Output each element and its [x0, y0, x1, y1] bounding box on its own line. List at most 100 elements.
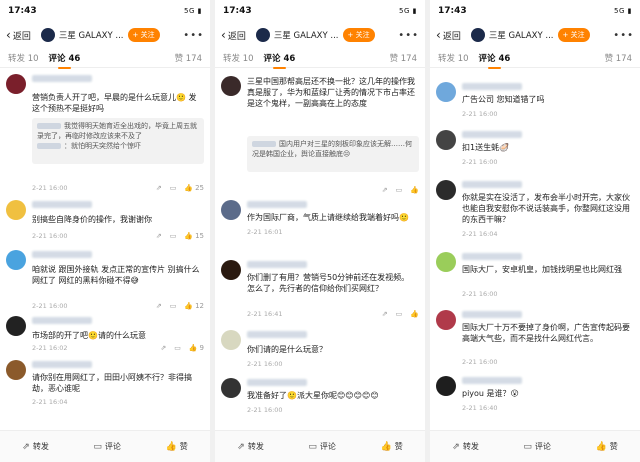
username[interactable]	[462, 311, 522, 318]
username[interactable]	[462, 181, 522, 188]
share-icon[interactable]: ⇗	[156, 232, 162, 240]
reply-icon[interactable]: ▭	[170, 232, 177, 240]
account-name[interactable]: 三星 GALAXY ...	[489, 29, 554, 41]
username[interactable]	[32, 251, 92, 258]
account-avatar[interactable]	[40, 28, 55, 42]
username[interactable]	[32, 201, 92, 208]
like-button[interactable]: 👍 12	[184, 302, 204, 310]
tab-repost[interactable]: 转发 10	[8, 52, 39, 64]
avatar[interactable]	[436, 252, 456, 272]
tab-like[interactable]: 赞 174	[175, 52, 202, 64]
username[interactable]	[462, 83, 522, 90]
like-label: 赞	[394, 442, 403, 451]
back-button[interactable]: ‹ 返回	[221, 29, 246, 42]
repost-button[interactable]: ⇗ 转发	[22, 441, 49, 452]
avatar[interactable]	[436, 180, 456, 200]
comment-time: 2-21 16:04	[462, 230, 498, 238]
tab-like[interactable]: 赞 174	[605, 52, 632, 64]
username[interactable]	[32, 361, 92, 368]
reply-icon[interactable]: ▭	[174, 344, 181, 352]
like-button[interactable]: 👍 15	[184, 232, 204, 240]
follow-button[interactable]: + 关注	[342, 28, 375, 42]
share-icon[interactable]: ⇗	[156, 184, 162, 192]
follow-button[interactable]: + 关注	[127, 28, 160, 42]
username[interactable]	[32, 317, 92, 324]
avatar[interactable]	[221, 330, 241, 350]
back-button[interactable]: ‹ 返回	[6, 29, 31, 42]
username[interactable]	[462, 253, 522, 260]
avatar[interactable]	[221, 200, 241, 220]
avatar[interactable]	[436, 310, 456, 330]
account-name[interactable]: 三星 GALAXY ...	[274, 29, 339, 41]
avatar[interactable]	[6, 74, 26, 94]
username[interactable]	[247, 261, 307, 268]
tab-comment[interactable]: 评论 46	[49, 52, 80, 69]
avatar[interactable]	[221, 260, 241, 280]
avatar[interactable]	[221, 378, 241, 398]
avatar[interactable]	[436, 130, 456, 150]
follow-button[interactable]: + 关注	[557, 28, 590, 42]
tab-like[interactable]: 赞 174	[390, 52, 417, 64]
share-icon[interactable]: ⇗	[156, 302, 162, 310]
comment-text: 三星中国那帮高层还不换一批？这几年的操作我真是服了，华为和蓝绿厂让秀的情况下市占…	[247, 77, 415, 108]
avatar[interactable]	[221, 76, 241, 96]
more-icon[interactable]: •••	[398, 30, 419, 41]
like-button[interactable]: 👍 赞	[380, 441, 402, 452]
account-avatar[interactable]	[470, 28, 485, 42]
like-button[interactable]: 👍 赞	[595, 441, 617, 452]
like-button[interactable]: 👍 赞	[165, 441, 187, 452]
like-button[interactable]: 👍	[410, 310, 419, 318]
comment-list[interactable]: 广告公司 您知道错了吗 2-21 16:00 扣1送生蚝🦪 2-21 16:00…	[430, 68, 640, 430]
tab-comment[interactable]: 评论 46	[479, 52, 510, 69]
more-icon[interactable]: •••	[613, 30, 634, 41]
username[interactable]	[247, 331, 307, 338]
avatar[interactable]	[6, 200, 26, 220]
avatar[interactable]	[436, 376, 456, 396]
reply-box[interactable]: 我觉得明天她育近全出戏的，毕竟上周五就录完了，再临时修改应该来不及了 ：就怕明天…	[32, 118, 204, 164]
tab-repost[interactable]: 转发 10	[223, 52, 254, 64]
like-button[interactable]: 👍 25	[184, 184, 204, 192]
avatar[interactable]	[436, 82, 456, 102]
more-icon[interactable]: •••	[183, 30, 204, 41]
share-icon[interactable]: ⇗	[382, 310, 388, 318]
avatar[interactable]	[6, 316, 26, 336]
reply-icon[interactable]: ▭	[170, 302, 177, 310]
like-button[interactable]: 👍	[410, 186, 419, 194]
account-avatar[interactable]	[255, 28, 270, 42]
comment-time: 2-21 16:04	[32, 398, 68, 406]
avatar[interactable]	[6, 250, 26, 270]
avatar[interactable]	[6, 360, 26, 380]
bottom-action-bar: ⇗ 转发 ▭ 评论 👍 赞	[215, 430, 425, 462]
repost-button[interactable]: ⇗ 转发	[452, 441, 479, 452]
comment-actions: ⇗ ▭ 👍 9	[160, 344, 204, 352]
account-name[interactable]: 三星 GALAXY ...	[59, 29, 124, 41]
reply-icon[interactable]: ▭	[170, 184, 177, 192]
share-icon[interactable]: ⇗	[160, 344, 166, 352]
tab-comment[interactable]: 评论 46	[264, 52, 295, 69]
comment-button[interactable]: ▭ 评论	[93, 441, 121, 452]
reply-box[interactable]: 国内用户对三星的刻板印象应该无解……何况是韩国企业，舆论直接触底😒	[247, 136, 419, 172]
comment-actions: ⇗ ▭ 👍 12	[156, 302, 204, 310]
share-icon[interactable]: ⇗	[382, 186, 388, 194]
thumbs-up-icon: 👍	[165, 441, 177, 452]
comment-text: 扣1送生蚝🦪	[462, 143, 510, 152]
comment-time: 2-21 16:41	[247, 310, 283, 318]
username[interactable]	[247, 201, 307, 208]
repost-button[interactable]: ⇗ 转发	[237, 441, 264, 452]
tab-repost[interactable]: 转发 10	[438, 52, 469, 64]
comment-button[interactable]: ▭ 评论	[308, 441, 336, 452]
thumbs-up-icon: 👍	[380, 441, 392, 452]
comment-list[interactable]: 三星中国那帮高层还不换一批？这几年的操作我真是服了，华为和蓝绿厂让秀的情况下市占…	[215, 68, 425, 430]
comment-list[interactable]: 营销负责人开了吧，早晨的是什么玩意儿🙂 发这个预热不是挺好吗 我觉得明天她育近全…	[0, 68, 210, 430]
username[interactable]	[32, 75, 92, 82]
comment-button[interactable]: ▭ 评论	[523, 441, 551, 452]
comment-text: 市场部的开了吧🙂请的什么玩意	[32, 331, 146, 340]
username[interactable]	[462, 131, 522, 138]
comment-text: 你们请的是什么玩意？	[247, 345, 327, 354]
back-button[interactable]: ‹ 返回	[436, 29, 461, 42]
username[interactable]	[462, 377, 522, 384]
username[interactable]	[247, 379, 307, 386]
reply-icon[interactable]: ▭	[396, 186, 403, 194]
reply-icon[interactable]: ▭	[396, 310, 403, 318]
like-button[interactable]: 👍 9	[189, 344, 204, 352]
